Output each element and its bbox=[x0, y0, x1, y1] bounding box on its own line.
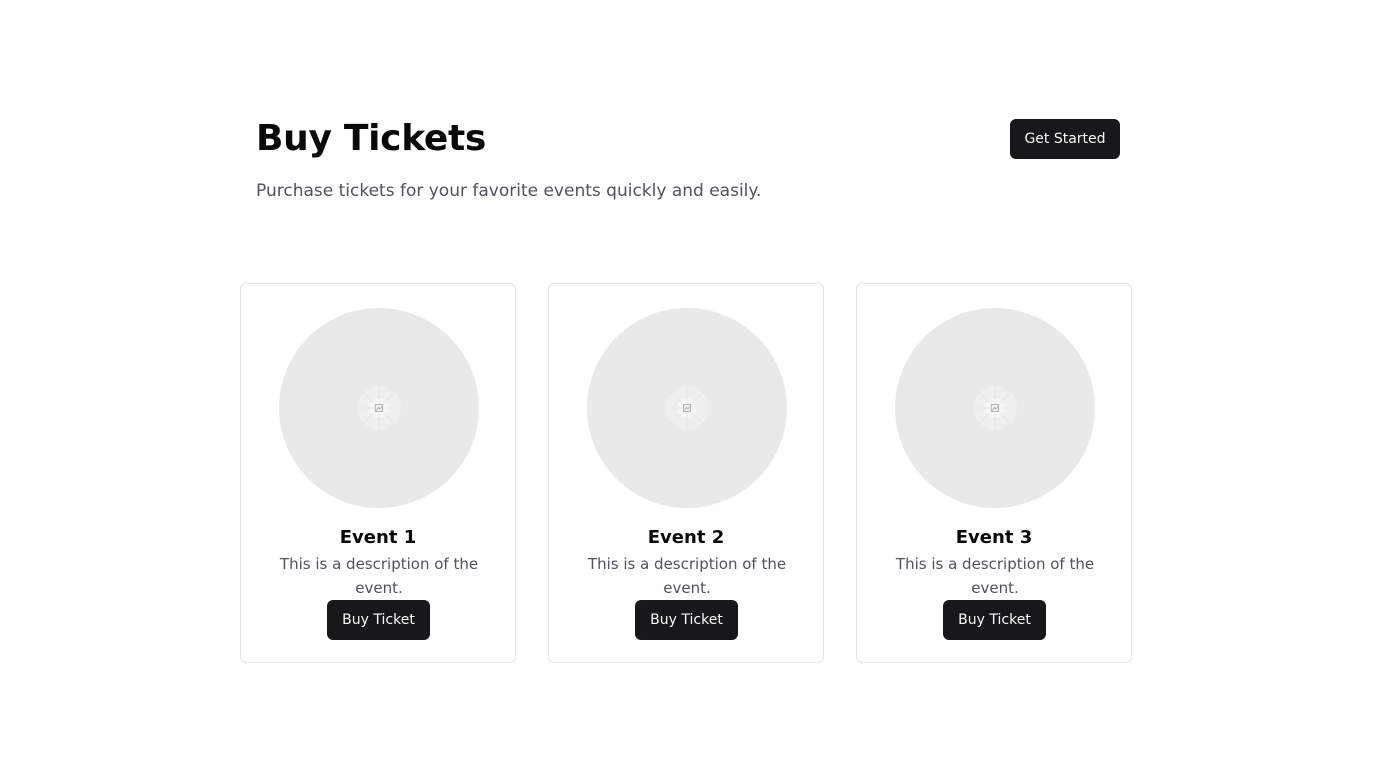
event-card: Event 3 This is a description of the eve… bbox=[856, 283, 1132, 663]
image-placeholder-icon bbox=[665, 386, 709, 430]
page-title: Buy Tickets bbox=[256, 118, 487, 159]
event-image-placeholder bbox=[895, 308, 1095, 508]
event-card: Event 2 This is a description of the eve… bbox=[548, 283, 824, 663]
event-card: Event 1 This is a description of the eve… bbox=[240, 283, 516, 663]
buy-ticket-button[interactable]: Buy Ticket bbox=[327, 600, 430, 640]
event-title: Event 3 bbox=[955, 527, 1033, 548]
buy-ticket-button[interactable]: Buy Ticket bbox=[943, 600, 1046, 640]
hero-section: Buy Tickets Purchase tickets for your fa… bbox=[256, 112, 1120, 204]
page-subtitle: Purchase tickets for your favorite event… bbox=[256, 181, 762, 201]
page: Buy Tickets Purchase tickets for your fa… bbox=[0, 0, 1376, 768]
get-started-button[interactable]: Get Started bbox=[1010, 119, 1120, 159]
image-placeholder-icon bbox=[973, 386, 1017, 430]
event-description: This is a description of the event. bbox=[895, 555, 1095, 597]
event-title: Event 2 bbox=[647, 527, 725, 548]
buy-ticket-button[interactable]: Buy Ticket bbox=[635, 600, 738, 640]
event-description: This is a description of the event. bbox=[279, 555, 479, 597]
event-description: This is a description of the event. bbox=[587, 555, 787, 597]
image-placeholder-icon bbox=[357, 386, 401, 430]
event-image-placeholder bbox=[279, 308, 479, 508]
event-image-placeholder bbox=[587, 308, 787, 508]
event-card-list: Event 1 This is a description of the eve… bbox=[240, 283, 1132, 663]
event-title: Event 1 bbox=[339, 527, 417, 548]
